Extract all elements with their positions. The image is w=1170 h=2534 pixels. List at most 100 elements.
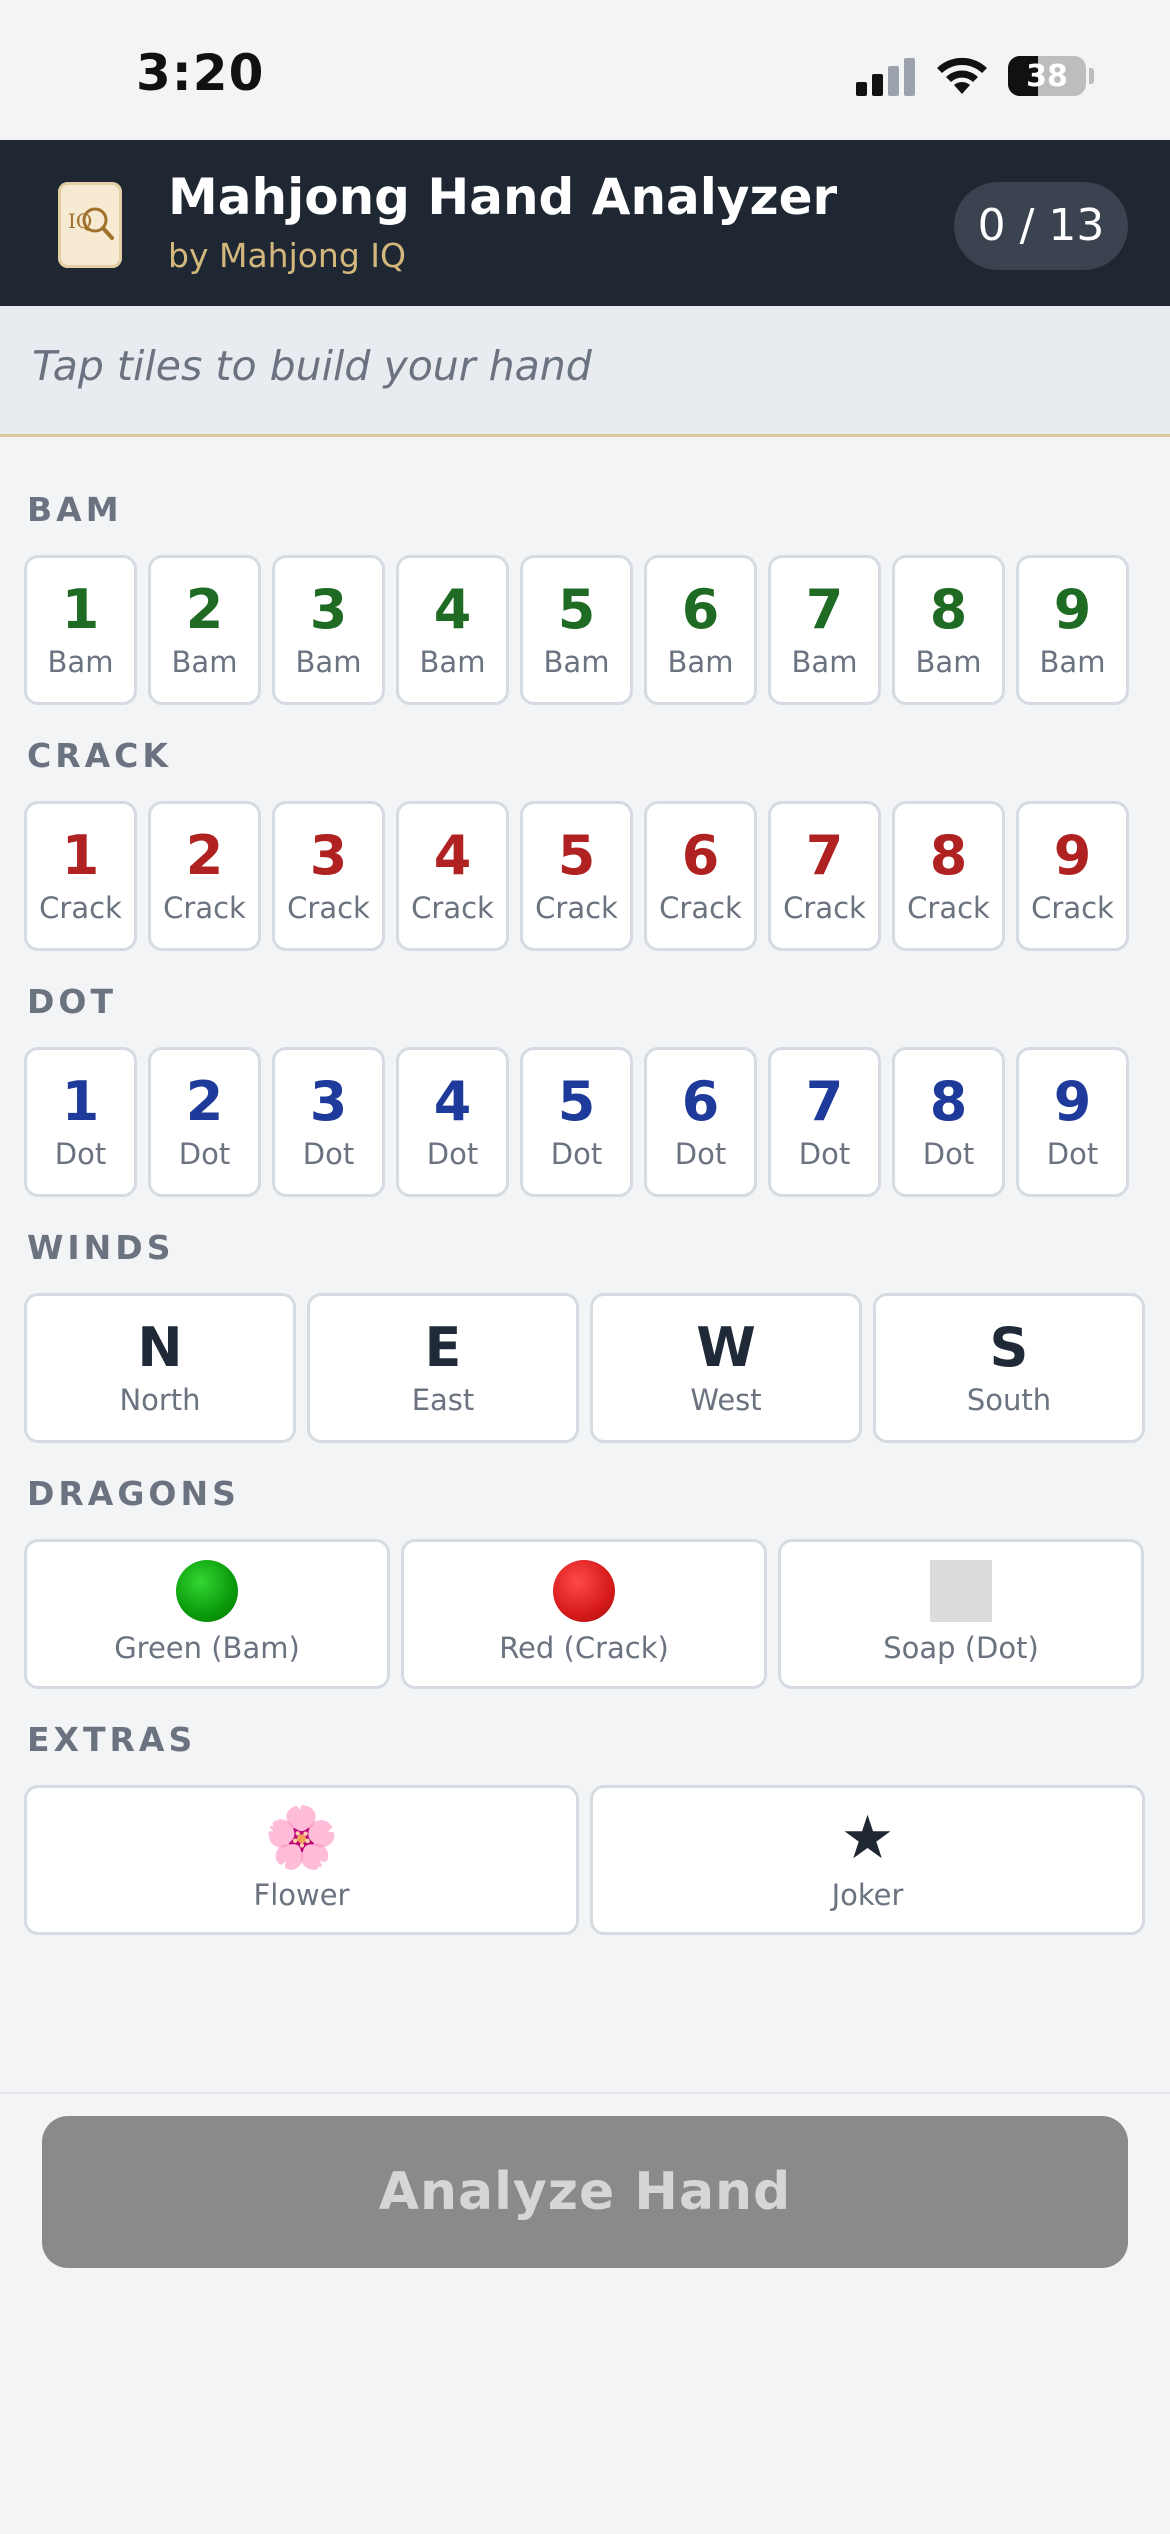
tile-suit-label: Dot [426,1137,479,1171]
tile-suit-label: Bam [667,645,734,679]
tile-wind-label: South [966,1383,1052,1417]
tile-crack-2[interactable]: 2 Crack [148,801,261,951]
app-logo: IQ [58,182,122,268]
tile-number: 7 [805,824,844,887]
tile-suit-label: Crack [163,891,246,925]
tile-suit-label: Bam [791,645,858,679]
tile-wind-north[interactable]: N North [24,1293,296,1443]
tile-suit-label: Crack [907,891,990,925]
battery-icon: 38 [1008,56,1086,96]
tile-number: 7 [805,578,844,641]
dragons-tile-row: Green (Bam) Red (Crack) Soap (Dot) [24,1539,1144,1689]
tile-bam-6[interactable]: 6 Bam [644,555,757,705]
tile-dragon-label: Red (Crack) [499,1631,669,1665]
tile-crack-3[interactable]: 3 Crack [272,801,385,951]
tile-bam-5[interactable]: 5 Bam [520,555,633,705]
battery-nub [1089,68,1094,84]
tile-suit-label: Dot [54,1137,107,1171]
tile-number: 8 [929,1070,968,1133]
tile-number: 1 [61,578,100,641]
tile-bam-1[interactable]: 1 Bam [24,555,137,705]
status-bar: 3:20 38 [0,0,1170,140]
tile-suit-label: Dot [922,1137,975,1171]
tile-suit-label: Crack [1031,891,1114,925]
tile-number: 3 [309,578,348,641]
tile-bam-7[interactable]: 7 Bam [768,555,881,705]
bam-tile-row: 1 Bam 2 Bam 3 Bam 4 Bam 5 Bam 6 Bam 7 Bam 8 Bam … [24,555,1129,705]
tile-crack-8[interactable]: 8 Crack [892,801,1005,951]
tile-suit-label: Crack [287,891,370,925]
tile-suit-label: Crack [783,891,866,925]
tile-number: 4 [433,578,472,641]
tile-number: 6 [681,1070,720,1133]
tile-joker[interactable]: ★ Joker [590,1785,1145,1935]
tile-suit-label: Dot [550,1137,603,1171]
tile-bam-2[interactable]: 2 Bam [148,555,261,705]
section-label-winds: WINDS [27,1228,175,1267]
tile-number: 6 [681,578,720,641]
tile-suit-label: Bam [915,645,982,679]
tile-number: 4 [433,824,472,887]
wifi-icon [937,57,987,94]
tile-number: 5 [557,1070,596,1133]
tile-crack-5[interactable]: 5 Crack [520,801,633,951]
tile-suit-label: Crack [39,891,122,925]
tile-number: 5 [557,824,596,887]
tile-dragon-soap[interactable]: Soap (Dot) [778,1539,1144,1689]
tile-dragon-green[interactable]: Green (Bam) [24,1539,390,1689]
app-title: Mahjong Hand Analyzer [168,168,838,226]
tile-crack-1[interactable]: 1 Crack [24,801,137,951]
tile-crack-4[interactable]: 4 Crack [396,801,509,951]
tile-dot-8[interactable]: 8 Dot [892,1047,1005,1197]
tile-count-badge: 0 / 13 [954,182,1128,270]
tile-wind-label: West [690,1383,762,1417]
tile-dragon-red[interactable]: Red (Crack) [401,1539,767,1689]
tile-number: 2 [185,824,224,887]
tile-dot-1[interactable]: 1 Dot [24,1047,137,1197]
flower-icon: 🌸 [264,1803,339,1873]
section-label-crack: CRACK [27,736,172,775]
hand-area[interactable]: Tap tiles to build your hand [0,306,1170,437]
tile-dot-5[interactable]: 5 Dot [520,1047,633,1197]
tile-crack-6[interactable]: 6 Crack [644,801,757,951]
tile-flower[interactable]: 🌸 Flower [24,1785,579,1935]
tile-dot-6[interactable]: 6 Dot [644,1047,757,1197]
tile-dot-4[interactable]: 4 Dot [396,1047,509,1197]
tile-wind-east[interactable]: E East [307,1293,579,1443]
tile-dot-3[interactable]: 3 Dot [272,1047,385,1197]
section-label-dragons: DRAGONS [27,1474,240,1513]
tile-bam-4[interactable]: 4 Bam [396,555,509,705]
tile-letter: E [424,1316,462,1379]
tile-suit-label: Crack [535,891,618,925]
tile-dot-9[interactable]: 9 Dot [1016,1047,1129,1197]
tile-crack-7[interactable]: 7 Crack [768,801,881,951]
tile-dragon-label: Green (Bam) [114,1631,300,1665]
tile-suit-label: Bam [1039,645,1106,679]
tile-wind-label: North [119,1383,201,1417]
tile-number: 1 [61,1070,100,1133]
tile-number: 5 [557,578,596,641]
app-subtitle: by Mahjong IQ [168,236,406,275]
star-icon: ★ [840,1803,895,1873]
tile-dot-2[interactable]: 2 Dot [148,1047,261,1197]
tile-number: 8 [929,824,968,887]
tile-number: 3 [309,824,348,887]
winds-tile-row: N North E East W West S South [24,1293,1145,1443]
tile-suit-label: Dot [302,1137,355,1171]
tile-wind-west[interactable]: W West [590,1293,862,1443]
tile-bam-3[interactable]: 3 Bam [272,555,385,705]
tile-letter: W [696,1316,756,1379]
tile-bam-8[interactable]: 8 Bam [892,555,1005,705]
tile-bam-9[interactable]: 9 Bam [1016,555,1129,705]
section-label-bam: BAM [27,490,123,529]
green-dragon-icon [176,1560,238,1622]
analyze-hand-button[interactable]: Analyze Hand [42,2116,1128,2268]
section-label-dot: DOT [27,982,117,1021]
tile-dot-7[interactable]: 7 Dot [768,1047,881,1197]
tile-number: 9 [1053,578,1092,641]
tile-wind-south[interactable]: S South [873,1293,1145,1443]
tile-crack-9[interactable]: 9 Crack [1016,801,1129,951]
tile-letter: N [137,1316,183,1379]
tile-number: 1 [61,824,100,887]
soap-dragon-icon [930,1560,992,1622]
